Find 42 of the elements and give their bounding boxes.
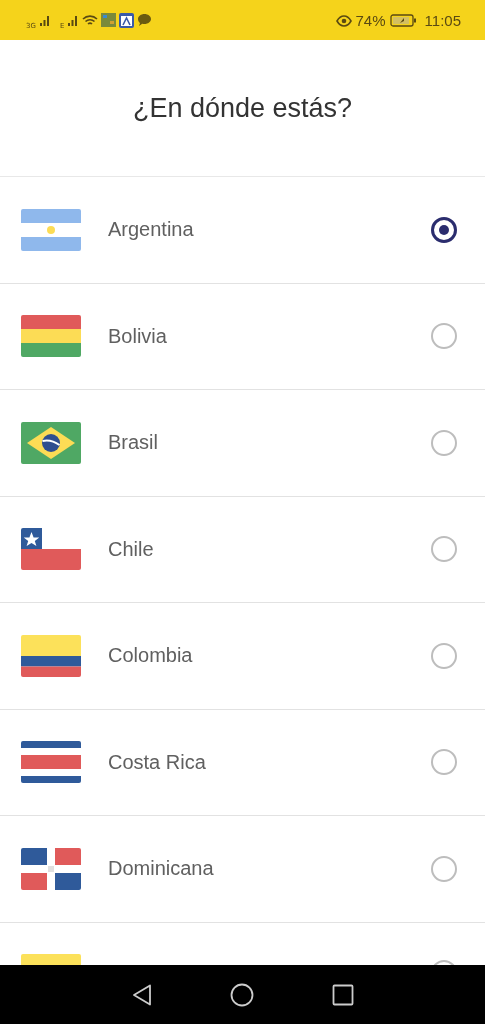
country-item[interactable]: Argentina (0, 177, 485, 284)
radio-button[interactable] (431, 749, 457, 776)
country-item[interactable]: Colombia (0, 603, 485, 710)
country-name: Costa Rica (108, 750, 206, 774)
wifi-icon (82, 13, 99, 27)
radio-button[interactable] (431, 216, 457, 243)
flag-icon (21, 634, 81, 677)
chat-bubble-icon (137, 13, 153, 27)
clock-time: 11:05 (424, 11, 461, 29)
country-name: Dominicana (108, 857, 214, 881)
flag-icon (21, 208, 81, 251)
country-item[interactable]: Dominicana (0, 816, 485, 923)
country-item[interactable]: Chile (0, 496, 485, 603)
country-name: Brasil (108, 431, 158, 455)
flag-icon (21, 421, 81, 464)
country-item[interactable]: Brasil (0, 390, 485, 497)
app-icon (119, 12, 135, 28)
page-title: ¿En dónde estás? (132, 92, 353, 124)
country-name: Argentina (108, 218, 194, 242)
radio-button[interactable] (431, 642, 457, 669)
flag-icon (21, 315, 81, 358)
country-name: Colombia (108, 644, 193, 668)
country-name: Bolivia (108, 324, 167, 348)
country-item[interactable]: Bolivia (0, 283, 485, 390)
radio-button[interactable] (431, 429, 457, 456)
flag-icon (21, 528, 81, 571)
signal-icon (67, 14, 80, 26)
battery-level: 74% (355, 11, 386, 29)
app-icon (101, 13, 117, 27)
country-item[interactable]: Costa Rica (0, 709, 485, 816)
recents-icon[interactable] (331, 983, 354, 1006)
radio-button[interactable] (431, 536, 457, 563)
flag-icon (21, 847, 81, 890)
battery-icon (389, 13, 417, 27)
signal-icon (38, 14, 51, 26)
radio-button[interactable] (431, 855, 457, 882)
flag-icon (21, 741, 81, 784)
eye-icon (335, 13, 352, 27)
country-name: Chile (108, 537, 154, 561)
back-icon[interactable] (131, 983, 152, 1006)
home-icon[interactable] (229, 982, 254, 1007)
radio-button[interactable] (431, 323, 457, 350)
